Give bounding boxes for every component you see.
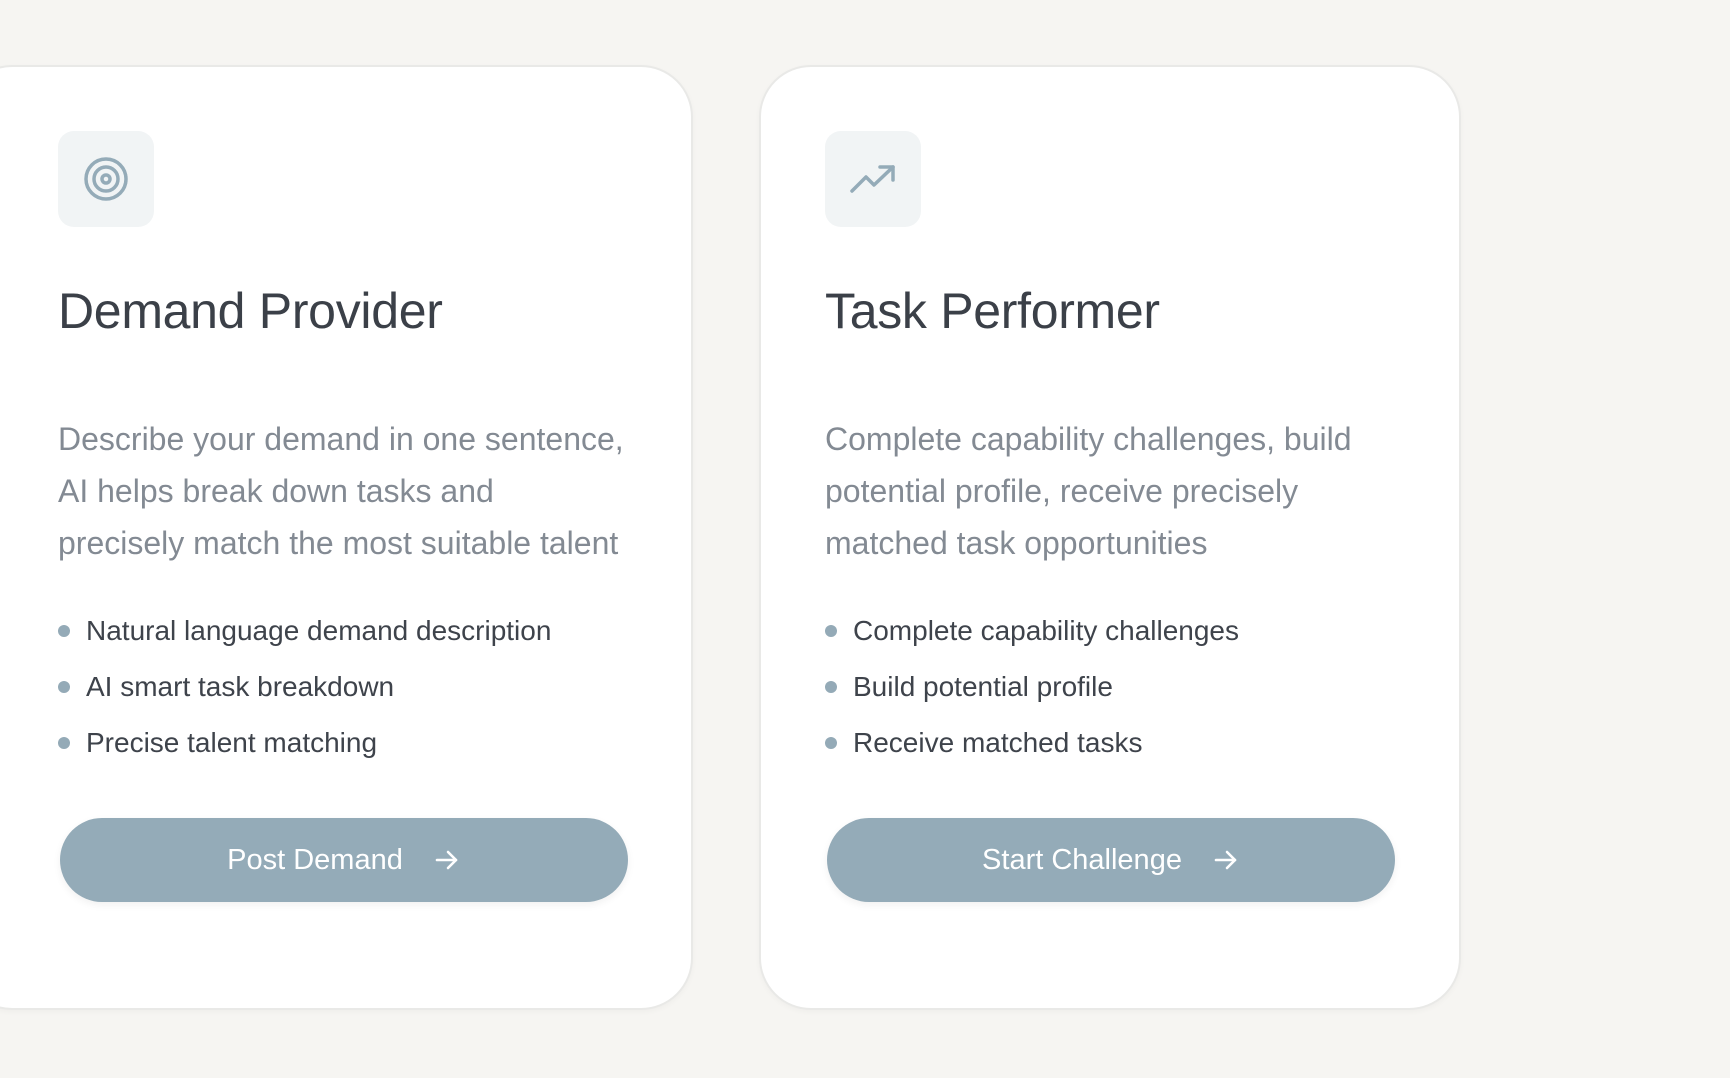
post-demand-button[interactable]: Post Demand — [60, 818, 628, 902]
icon-container — [825, 131, 921, 227]
task-performer-card: Task Performer Complete capability chall… — [759, 65, 1461, 1010]
demand-provider-card: Demand Provider Describe your demand in … — [0, 65, 693, 1010]
card-description: Complete capability challenges, build po… — [825, 421, 1352, 561]
bullet-dot — [58, 737, 70, 749]
feature-item: Receive matched tasks — [825, 715, 1395, 771]
card-content: Demand Provider Describe your demand in … — [58, 131, 628, 902]
feature-label: Build potential profile — [853, 671, 1113, 702]
start-challenge-button[interactable]: Start Challenge — [827, 818, 1395, 902]
arrow-right-icon — [435, 850, 458, 870]
card-description: Describe your demand in one sentence, AI… — [58, 421, 624, 561]
feature-label: Natural language demand description — [86, 615, 552, 646]
role-selection-area: Demand Provider Describe your demand in … — [0, 0, 1730, 1078]
bullet-dot — [58, 681, 70, 693]
feature-label: Complete capability challenges — [853, 615, 1239, 646]
feature-item: Natural language demand description — [58, 603, 627, 659]
bullet-dot — [825, 681, 837, 693]
button-label: Post Demand — [227, 843, 403, 876]
icon-container — [58, 131, 154, 227]
feature-item: Build potential profile — [825, 659, 1395, 715]
card-content: Task Performer Complete capability chall… — [825, 131, 1395, 902]
feature-label: AI smart task breakdown — [86, 671, 395, 702]
feature-item: Precise talent matching — [58, 715, 627, 771]
feature-label: Receive matched tasks — [853, 727, 1143, 758]
feature-item: Complete capability challenges — [825, 603, 1395, 659]
bullet-dot — [825, 625, 837, 637]
feature-item: AI smart task breakdown — [58, 659, 627, 715]
target-icon — [84, 157, 128, 201]
button-label: Start Challenge — [982, 843, 1182, 876]
card-title: Demand Provider — [58, 283, 443, 339]
card-title: Task Performer — [825, 283, 1160, 339]
arrow-right-icon — [1214, 850, 1237, 870]
feature-label: Precise talent matching — [86, 727, 378, 758]
feature-list: Natural language demand description AI s… — [58, 603, 627, 771]
bullet-dot — [825, 737, 837, 749]
trending-up-icon — [850, 165, 895, 193]
bullet-dot — [58, 625, 70, 637]
feature-list: Complete capability challenges Build pot… — [825, 603, 1395, 771]
